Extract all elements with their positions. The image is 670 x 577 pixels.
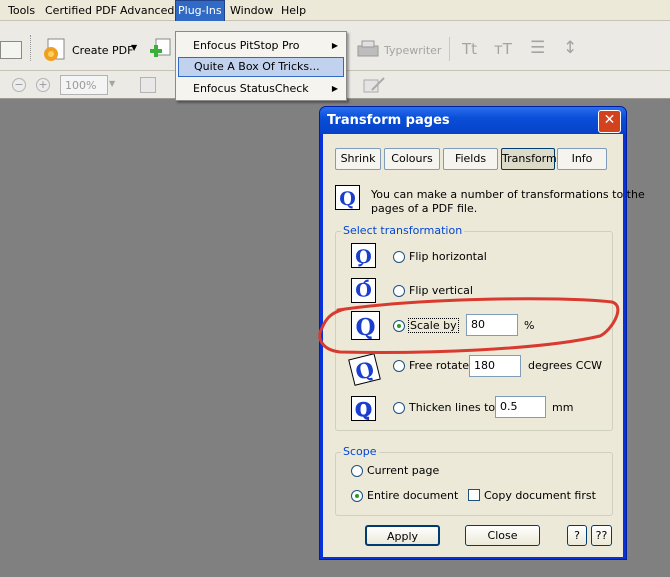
scope-entire-document-radio[interactable] xyxy=(351,490,363,502)
toolbar-separator xyxy=(449,37,450,61)
tab-label: Fields xyxy=(454,152,487,165)
copy-document-checkbox[interactable] xyxy=(468,489,480,501)
thicken-unit-label: mm xyxy=(552,401,574,414)
close-button[interactable]: Close xyxy=(465,525,540,546)
tab-label: Transform xyxy=(502,152,557,165)
scale-icon: Q xyxy=(351,311,380,340)
create-pdf-icon[interactable] xyxy=(42,37,68,63)
svg-text:Q: Q xyxy=(353,356,377,385)
rotate-unit-label: degrees CCW xyxy=(528,359,603,372)
toolbar-grip xyxy=(30,35,32,61)
fit-page-icon[interactable] xyxy=(140,77,156,93)
transform-pages-dialog: Transform pages ✕ Shrink Colours Fields … xyxy=(319,106,645,560)
zoom-input[interactable]: 100% xyxy=(60,75,108,95)
quite-logo-icon: Q xyxy=(335,185,360,210)
flip-vertical-icon: Q xyxy=(351,278,376,303)
text-size-down-icon[interactable]: Tt xyxy=(462,40,477,58)
zoom-in-icon[interactable]: + xyxy=(36,78,50,92)
create-pdf-label[interactable]: Create PDF xyxy=(72,44,133,57)
scope-current-page-radio[interactable] xyxy=(351,465,363,477)
help-button[interactable]: ? xyxy=(567,525,587,546)
transformation-group-label: Select transformation xyxy=(341,224,465,237)
scale-by-label[interactable]: Scale by xyxy=(408,318,459,333)
menu-advanced[interactable]: Advanced xyxy=(118,0,176,21)
flip-horizontal-label[interactable]: Flip horizontal xyxy=(409,250,487,263)
rotate-value-input[interactable]: 180 xyxy=(469,355,521,377)
line-spacing-icon[interactable]: ☰ xyxy=(530,38,545,58)
menu-bar: Tools Certified PDF Advanced Plug-Ins Wi… xyxy=(0,0,670,23)
menu-item-pitstop-pro[interactable]: Enfocus PitStop Pro ▶ xyxy=(178,36,344,56)
tab-fields[interactable]: Fields xyxy=(443,148,498,170)
dialog-body: Shrink Colours Fields Transform Info Q Y… xyxy=(323,134,645,557)
menu-item-label: Enfocus PitStop Pro xyxy=(193,39,300,52)
typewriter-icon[interactable] xyxy=(357,40,379,60)
svg-text:Q: Q xyxy=(339,188,356,209)
description-line-1: You can make a number of transformations… xyxy=(371,188,645,201)
menu-item-quite-a-box-of-tricks[interactable]: Quite A Box Of Tricks... xyxy=(178,57,344,77)
line-spacing-increase-icon[interactable]: ↕ xyxy=(563,38,577,58)
submenu-arrow-icon: ▶ xyxy=(331,84,338,93)
thicken-lines-icon: Q xyxy=(351,396,376,421)
tab-colours[interactable]: Colours xyxy=(384,148,440,170)
tab-label: Shrink xyxy=(340,152,376,165)
scope-entire-document-label[interactable]: Entire document xyxy=(367,489,458,502)
flip-vertical-radio[interactable] xyxy=(393,285,405,297)
typewriter-label[interactable]: Typewriter xyxy=(384,44,441,57)
copy-document-label[interactable]: Copy document first xyxy=(484,489,596,502)
dialog-title: Transform pages xyxy=(327,113,450,128)
scope-group-label: Scope xyxy=(341,445,379,458)
thicken-lines-label[interactable]: Thicken lines to xyxy=(409,401,495,414)
text-size-up-icon[interactable]: тT xyxy=(494,40,512,58)
scale-unit-label: % xyxy=(524,319,535,332)
scale-by-radio[interactable] xyxy=(393,320,405,332)
help-advanced-button[interactable]: ?? xyxy=(591,525,612,546)
scale-value-input[interactable]: 80 xyxy=(466,314,518,336)
zoom-dropdown-icon[interactable]: ▼ xyxy=(109,79,115,88)
thicken-lines-radio[interactable] xyxy=(393,402,405,414)
menu-item-label: Quite A Box Of Tricks... xyxy=(194,60,320,73)
menu-tools[interactable]: Tools xyxy=(6,0,37,21)
toolbar-button-stub[interactable] xyxy=(0,41,22,59)
edit-form-icon[interactable] xyxy=(362,76,386,96)
tab-shrink[interactable]: Shrink xyxy=(335,148,381,170)
zoom-out-icon[interactable]: − xyxy=(12,78,26,92)
apply-button[interactable]: Apply xyxy=(365,525,440,546)
menu-plug-ins[interactable]: Plug-Ins xyxy=(175,0,225,23)
menu-window[interactable]: Window xyxy=(228,0,275,21)
scope-group xyxy=(335,452,613,516)
tab-info[interactable]: Info xyxy=(557,148,607,170)
free-rotate-radio[interactable] xyxy=(393,360,405,372)
submenu-arrow-icon: ▶ xyxy=(331,41,338,50)
plugins-dropdown-menu: Enfocus PitStop Pro ▶ Quite A Box Of Tri… xyxy=(175,31,347,101)
dialog-titlebar[interactable]: Transform pages ✕ xyxy=(320,107,626,134)
close-icon[interactable]: ✕ xyxy=(598,110,621,133)
menu-item-statuscheck[interactable]: Enfocus StatusCheck ▶ xyxy=(178,79,344,99)
scope-current-page-label[interactable]: Current page xyxy=(367,464,439,477)
flip-horizontal-icon: Q xyxy=(351,243,376,268)
menu-item-label: Enfocus StatusCheck xyxy=(193,82,309,95)
thicken-value-input[interactable]: 0.5 xyxy=(495,396,546,418)
menu-certified-pdf[interactable]: Certified PDF xyxy=(43,0,119,21)
tab-transform[interactable]: Transform xyxy=(501,148,557,170)
combine-files-icon[interactable] xyxy=(148,37,174,63)
flip-vertical-label[interactable]: Flip vertical xyxy=(409,284,473,297)
menu-help[interactable]: Help xyxy=(279,0,308,21)
description-line-2: pages of a PDF file. xyxy=(371,202,478,215)
svg-text:Q: Q xyxy=(355,399,372,420)
flip-horizontal-radio[interactable] xyxy=(393,251,405,263)
svg-text:Q: Q xyxy=(355,314,375,339)
free-rotate-label[interactable]: Free rotate xyxy=(409,359,469,372)
chevron-down-icon[interactable]: ▼ xyxy=(131,43,137,52)
tab-label: Info xyxy=(571,152,593,165)
tab-label: Colours xyxy=(391,152,433,165)
svg-text:Q: Q xyxy=(355,246,372,267)
svg-text:Q: Q xyxy=(355,279,372,300)
